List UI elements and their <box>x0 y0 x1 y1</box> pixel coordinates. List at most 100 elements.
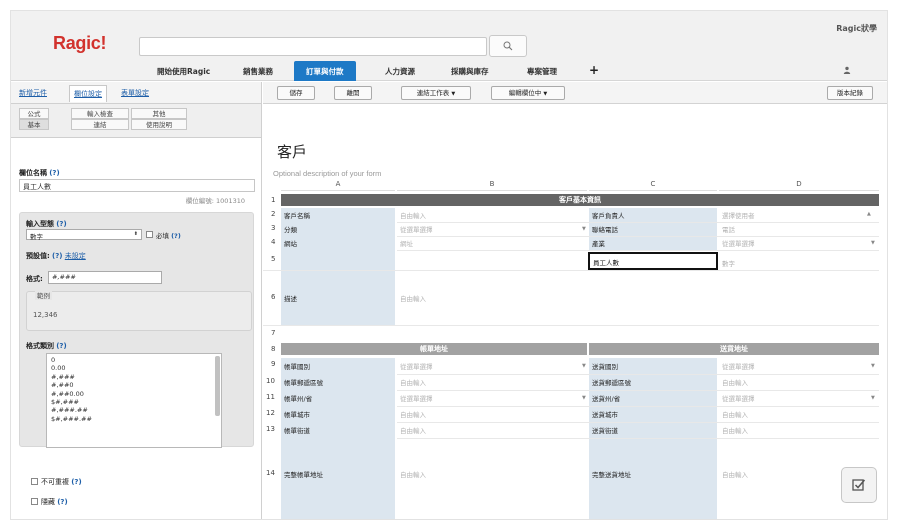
cell-shipping-city-label[interactable]: 送貨城市 <box>589 406 621 422</box>
cell-shipping-state-select[interactable]: 從選單選擇 <box>719 390 758 406</box>
tab-add-element[interactable]: 新增元件 <box>19 88 47 98</box>
person-icon[interactable]: ▲ <box>867 211 871 217</box>
cell-billing-country-label[interactable]: 帳單國別 <box>281 358 313 374</box>
cell-shipping-state-label[interactable]: 送貨州/省 <box>589 390 623 406</box>
cell-billing-country-select[interactable]: 從選單選擇 <box>397 358 436 374</box>
subtab-basic[interactable]: 基本 <box>19 119 49 130</box>
cell-employee-count-input[interactable]: 數字 <box>719 255 738 271</box>
dropdown-arrow-icon[interactable]: ▼ <box>582 363 586 369</box>
section-shipping-address[interactable]: 送貨地址 <box>589 343 879 355</box>
dropdown-arrow-icon[interactable]: ▼ <box>582 395 586 401</box>
cell-description-label[interactable]: 描述 <box>281 290 300 306</box>
cell-shipping-street-label[interactable]: 送貨街道 <box>589 422 621 438</box>
cell-billing-full-address-label[interactable]: 完整帳單地址 <box>281 466 326 482</box>
cell-billing-city-label[interactable]: 帳單城市 <box>281 406 313 422</box>
hidden-help[interactable]: (?) <box>57 498 67 506</box>
format-list-scrollbar[interactable] <box>215 356 220 416</box>
required-help[interactable]: (?) <box>171 232 181 240</box>
add-tab-button[interactable]: + <box>589 63 599 77</box>
cell-shipping-street-input[interactable]: 自由輸入 <box>719 422 751 438</box>
cell-description-input[interactable]: 自由輸入 <box>397 290 429 306</box>
cell-industry-label[interactable]: 產業 <box>589 235 608 251</box>
unique-help[interactable]: (?) <box>71 478 81 486</box>
account-link[interactable]: Ragic狀學 <box>836 23 877 34</box>
default-value-link[interactable]: 未設定 <box>65 252 86 260</box>
format-option[interactable]: #,##0.00 <box>51 390 217 398</box>
subtab-formula[interactable]: 公式 <box>19 108 49 119</box>
cell-website-input[interactable]: 網址 <box>397 235 416 251</box>
dropdown-arrow-icon[interactable]: ▼ <box>871 240 875 246</box>
format-category-help[interactable]: (?) <box>56 342 66 350</box>
field-settings-panel: 新增元件 欄位設定 表單設定 公式 輸入檢查 其他 基本 連結 使用說明 欄位名… <box>11 82 262 519</box>
nav-tab-getting-started[interactable]: 開始使用Ragic <box>157 66 210 77</box>
cell-billing-zip-input[interactable]: 自由輸入 <box>397 374 429 390</box>
dropdown-arrow-icon[interactable]: ▼ <box>582 226 586 232</box>
column-header-c[interactable]: C <box>589 180 717 191</box>
required-checkbox[interactable] <box>146 231 153 238</box>
version-history-button[interactable]: 版本紀錄 <box>827 86 873 100</box>
nav-tab-purchasing[interactable]: 採購與庫存 <box>451 66 489 77</box>
format-option[interactable]: 0 <box>51 356 217 364</box>
cell-shipping-full-address-label[interactable]: 完整送貨地址 <box>589 466 634 482</box>
subtab-validation[interactable]: 輸入檢查 <box>71 108 129 119</box>
link-sheet-button[interactable]: 連結工作表 ▼ <box>401 86 471 100</box>
column-header-d[interactable]: D <box>719 180 879 191</box>
subtab-link[interactable]: 連結 <box>71 119 129 130</box>
person-icon[interactable] <box>843 66 851 77</box>
format-option[interactable]: #,###.## <box>51 406 217 414</box>
cell-shipping-country-select[interactable]: 從選單選擇 <box>719 358 758 374</box>
tab-field-settings[interactable]: 欄位設定 <box>69 85 107 102</box>
subtab-help-text[interactable]: 使用說明 <box>131 119 187 130</box>
cell-billing-zip-label[interactable]: 帳單郵遞區號 <box>281 374 326 390</box>
cell-billing-full-address-input[interactable]: 自由輸入 <box>397 466 429 482</box>
ragic-logo[interactable]: Ragic! <box>53 33 107 54</box>
column-header-b[interactable]: B <box>397 180 587 191</box>
format-input[interactable]: #,### <box>48 271 162 284</box>
cell-shipping-zip-label[interactable]: 送貨郵遞區號 <box>589 374 634 390</box>
cell-shipping-city-input[interactable]: 自由輸入 <box>719 406 751 422</box>
editing-fields-button[interactable]: 編輯欄位中 ▼ <box>491 86 565 100</box>
cell-billing-state-select[interactable]: 從選單選擇 <box>397 390 436 406</box>
input-type-select[interactable]: 數字 ⬍ <box>26 229 142 241</box>
format-option[interactable]: $#,### <box>51 398 217 406</box>
unique-checkbox[interactable] <box>31 478 38 485</box>
confirm-edit-button[interactable] <box>841 467 877 503</box>
help-link[interactable]: (?) <box>49 169 59 177</box>
cell-billing-street-label[interactable]: 帳單街道 <box>281 422 313 438</box>
cell-employee-count-label[interactable]: 員工人數 <box>590 254 622 270</box>
cell-billing-state-label[interactable]: 帳單州/省 <box>281 390 315 406</box>
tab-form-settings[interactable]: 表單設定 <box>121 88 149 98</box>
nav-tab-hr[interactable]: 人力資源 <box>385 66 415 77</box>
cell-shipping-full-address-input[interactable]: 自由輸入 <box>719 466 751 482</box>
format-option[interactable]: 0.00 <box>51 364 217 372</box>
column-header-a[interactable]: A <box>281 180 395 191</box>
leave-button[interactable]: 離開 <box>334 86 372 100</box>
cell-shipping-country-label[interactable]: 送貨國別 <box>589 358 621 374</box>
nav-tab-projects[interactable]: 專案管理 <box>527 66 557 77</box>
format-option[interactable]: #,### <box>51 373 217 381</box>
section-customer-info[interactable]: 客戶基本資訊 <box>281 194 879 206</box>
form-title[interactable]: 客戶 <box>277 141 307 162</box>
cell-shipping-zip-input[interactable]: 自由輸入 <box>719 374 751 390</box>
dropdown-arrow-icon[interactable]: ▼ <box>871 395 875 401</box>
cell-website-label[interactable]: 網站 <box>281 235 300 251</box>
cell-industry-select[interactable]: 從選單選擇 <box>719 235 758 251</box>
input-type-help[interactable]: (?) <box>56 220 66 228</box>
cell-billing-street-input[interactable]: 自由輸入 <box>397 422 429 438</box>
search-button[interactable] <box>489 35 527 57</box>
format-option[interactable]: #,##0 <box>51 381 217 389</box>
nav-tab-sales[interactable]: 銷售業務 <box>243 66 273 77</box>
default-help[interactable]: (?) <box>52 252 62 260</box>
dropdown-arrow-icon[interactable]: ▼ <box>871 363 875 369</box>
nav-tab-orders[interactable]: 訂單與付款 <box>294 61 356 81</box>
format-option[interactable]: $#,###.## <box>51 415 217 423</box>
search-input[interactable] <box>139 37 487 56</box>
form-description[interactable]: Optional description of your form <box>273 169 381 178</box>
subtab-other[interactable]: 其他 <box>131 108 187 119</box>
save-button[interactable]: 儲存 <box>277 86 315 100</box>
section-billing-address[interactable]: 帳單地址 <box>281 343 587 355</box>
cell-billing-city-input[interactable]: 自由輸入 <box>397 406 429 422</box>
hidden-checkbox[interactable] <box>31 498 38 505</box>
format-category-list[interactable]: 0 0.00 #,### #,##0 #,##0.00 $#,### #,###… <box>46 353 222 448</box>
field-name-input[interactable]: 員工人數 <box>19 179 255 192</box>
